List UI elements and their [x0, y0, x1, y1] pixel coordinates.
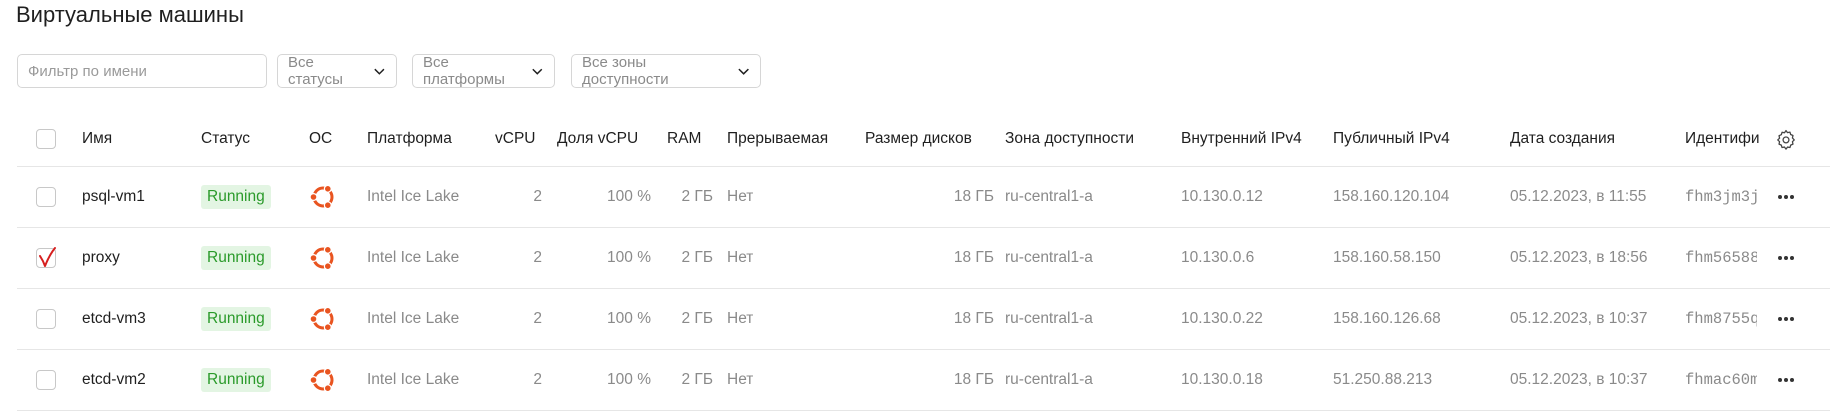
vcpu-value: 2: [533, 248, 542, 266]
settings-gear-icon[interactable]: [1775, 128, 1797, 150]
table-row[interactable]: psql-vm1 Running Intel Ice Lake 2 100 % …: [17, 166, 1830, 228]
column-header-zone[interactable]: Зона доступности: [1005, 112, 1134, 166]
zone-value: ru-central1-a: [1005, 187, 1093, 205]
zone-filter-select[interactable]: Все зоны доступности: [571, 54, 761, 88]
ubuntu-icon: [309, 367, 334, 392]
column-header-created[interactable]: Дата создания: [1510, 112, 1615, 166]
status-badge: Running: [201, 245, 271, 270]
column-header-name[interactable]: Имя: [82, 112, 112, 166]
status-badge: Running: [201, 306, 271, 331]
table-header: Имя Статус ОС Платформа vCPU Доля vCPU R…: [17, 112, 1830, 167]
zone-value: ru-central1-a: [1005, 370, 1093, 388]
row-checkbox[interactable]: [36, 186, 56, 207]
preemptible-value: Нет: [727, 370, 754, 388]
created-value: 05.12.2023, в 11:55: [1510, 187, 1647, 205]
id-value[interactable]: fhm8755q: [1685, 288, 1757, 349]
status-filter-label: Все статусы: [288, 54, 343, 88]
status-badge: Running: [201, 367, 271, 392]
vcpu-share-value: 100 %: [607, 370, 651, 388]
vcpu-value: 2: [533, 187, 542, 205]
disk-size-value: 18 ГБ: [953, 248, 994, 266]
internal-ip-value: 10.130.0.6: [1181, 248, 1255, 266]
chevron-down-icon: [738, 68, 749, 75]
ubuntu-icon: [309, 245, 334, 270]
platform-value: Intel Ice Lake: [367, 309, 460, 327]
name-filter-input[interactable]: [17, 54, 267, 88]
zone-value: ru-central1-a: [1005, 309, 1093, 327]
more-actions-icon[interactable]: [1777, 316, 1795, 322]
vm-name[interactable]: psql-vm1: [82, 166, 145, 227]
ubuntu-icon: [309, 306, 334, 331]
ram-value: 2 ГБ: [681, 309, 714, 327]
column-header-public-ip[interactable]: Публичный IPv4: [1333, 112, 1450, 166]
platform-value: Intel Ice Lake: [367, 187, 460, 205]
internal-ip-value: 10.130.0.12: [1181, 187, 1263, 205]
ram-value: 2 ГБ: [681, 248, 714, 266]
created-value: 05.12.2023, в 10:37: [1510, 370, 1648, 388]
public-ip-value: 51.250.88.213: [1333, 370, 1433, 388]
preemptible-value: Нет: [727, 248, 754, 266]
column-header-disk-size[interactable]: Размер дисков: [865, 112, 972, 166]
public-ip-value: 158.160.120.104: [1333, 187, 1450, 205]
vcpu-share-value: 100 %: [607, 187, 651, 205]
ram-value: 2 ГБ: [681, 187, 714, 205]
vm-name[interactable]: proxy: [82, 227, 120, 288]
disk-size-value: 18 ГБ: [953, 187, 994, 205]
chevron-down-icon: [374, 68, 385, 75]
status-badge: Running: [201, 184, 271, 209]
id-value[interactable]: fhm56588: [1685, 227, 1757, 288]
more-actions-icon[interactable]: [1777, 377, 1795, 383]
public-ip-value: 158.160.126.68: [1333, 309, 1441, 327]
platform-filter-label: Все платформы: [423, 54, 505, 88]
column-header-id[interactable]: Идентифи: [1685, 112, 1761, 166]
created-value: 05.12.2023, в 10:37: [1510, 309, 1648, 327]
internal-ip-value: 10.130.0.22: [1181, 309, 1263, 327]
ram-value: 2 ГБ: [681, 370, 714, 388]
preemptible-value: Нет: [727, 187, 754, 205]
platform-value: Intel Ice Lake: [367, 248, 460, 266]
column-header-platform[interactable]: Платформа: [367, 112, 452, 166]
vm-name[interactable]: etcd-vm2: [82, 349, 146, 410]
platform-filter-select[interactable]: Все платформы: [412, 54, 555, 88]
more-actions-icon[interactable]: [1777, 255, 1795, 261]
public-ip-value: 158.160.58.150: [1333, 248, 1441, 266]
column-header-preemptible[interactable]: Прерываемая: [727, 112, 828, 166]
row-checkbox[interactable]: [36, 308, 56, 329]
disk-size-value: 18 ГБ: [953, 370, 994, 388]
row-checkbox[interactable]: [36, 246, 56, 268]
preemptible-value: Нет: [727, 309, 754, 327]
column-header-vcpu[interactable]: vCPU: [495, 112, 535, 166]
vcpu-share-value: 100 %: [607, 248, 651, 266]
column-header-internal-ip[interactable]: Внутренний IPv4: [1181, 112, 1302, 166]
more-actions-icon[interactable]: [1777, 194, 1795, 200]
zone-value: ru-central1-a: [1005, 248, 1093, 266]
select-all-checkbox[interactable]: [36, 129, 56, 149]
disk-size-value: 18 ГБ: [953, 309, 994, 327]
page-title: Виртуальные машины: [16, 2, 244, 27]
table-row[interactable]: proxy Running Intel Ice Lake 2 100 % 2 Г…: [17, 227, 1830, 289]
internal-ip-value: 10.130.0.18: [1181, 370, 1263, 388]
id-value[interactable]: fhm3jm3j: [1685, 166, 1757, 227]
zone-filter-label: Все зоны доступности: [582, 54, 669, 88]
vcpu-value: 2: [533, 309, 542, 327]
check-mark-icon: [39, 246, 56, 267]
column-header-os[interactable]: ОС: [309, 112, 332, 166]
created-value: 05.12.2023, в 18:56: [1510, 248, 1648, 266]
column-header-ram[interactable]: RAM: [667, 112, 701, 166]
vcpu-value: 2: [533, 370, 542, 388]
table-row[interactable]: etcd-vm2 Running Intel Ice Lake 2 100 % …: [17, 349, 1830, 411]
table-row[interactable]: etcd-vm3 Running Intel Ice Lake 2 100 % …: [17, 288, 1830, 350]
vcpu-share-value: 100 %: [607, 309, 651, 327]
column-header-vcpu-share[interactable]: Доля vCPU: [557, 112, 638, 166]
chevron-down-icon: [532, 68, 543, 75]
id-value[interactable]: fhmac60m: [1685, 349, 1757, 410]
vm-name[interactable]: etcd-vm3: [82, 288, 146, 349]
platform-value: Intel Ice Lake: [367, 370, 460, 388]
row-checkbox[interactable]: [36, 369, 56, 390]
status-filter-select[interactable]: Все статусы: [277, 54, 397, 88]
ubuntu-icon: [309, 184, 334, 209]
column-header-status[interactable]: Статус: [201, 112, 250, 166]
